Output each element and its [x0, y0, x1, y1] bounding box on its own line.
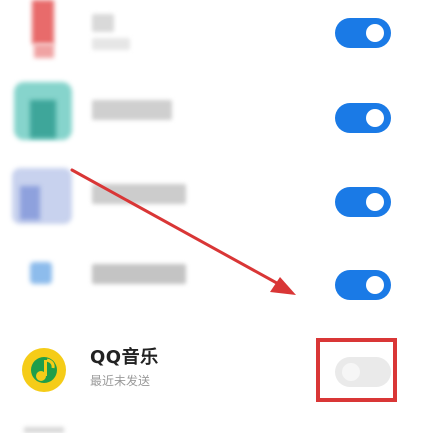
- next-row-fragment: [24, 427, 64, 433]
- annotation-arrow-icon: [70, 168, 296, 295]
